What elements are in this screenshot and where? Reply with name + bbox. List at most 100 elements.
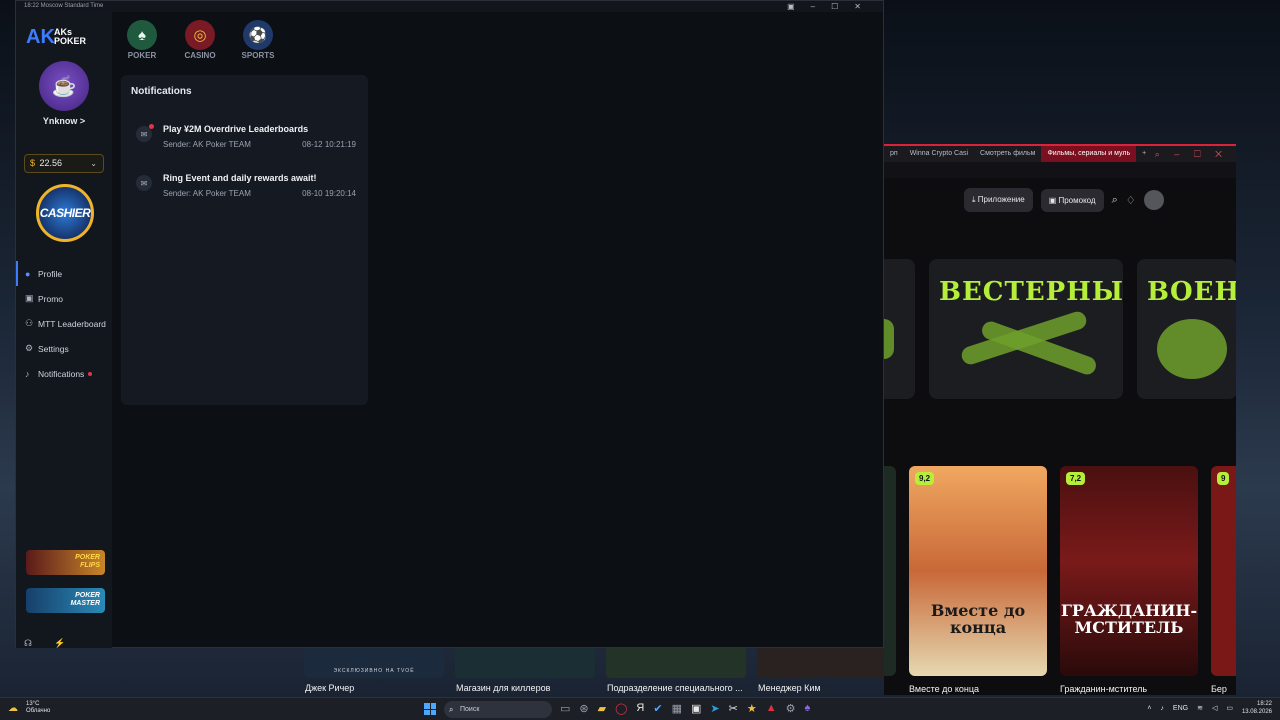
window-controls[interactable]: ▣–☐✕ — [787, 1, 877, 12]
site-header: ⤓ Приложение ▣ Промокод ⌕ ♢ — [964, 188, 1164, 212]
chevron-down-icon: ⌄ — [90, 159, 97, 168]
movie-caption[interactable]: Магазин для киллеров — [456, 683, 550, 693]
poster-caption[interactable]: Бер — [1211, 684, 1227, 694]
movie-thumb[interactable] — [757, 646, 884, 678]
language-indicator[interactable]: ENG — [1173, 705, 1188, 712]
poker-cards-icon: ♠ — [127, 20, 157, 50]
start-button[interactable] — [424, 703, 436, 715]
username-link[interactable]: Ynknow > — [16, 116, 112, 126]
envelope-icon: ✉ — [136, 175, 152, 191]
bell-icon[interactable]: ♢ — [1126, 194, 1136, 207]
poker-flips-banner[interactable]: POKER FLIPS — [26, 550, 105, 575]
movie-caption[interactable]: Менеджер Ким — [758, 683, 821, 693]
poster-card[interactable]: 7,2 ГРАЖДАНИН-МСТИТЕЛЬ — [1060, 466, 1198, 676]
movie-caption[interactable]: Подразделение специального ... — [607, 683, 743, 693]
poster-caption[interactable]: Гражданин-мститель — [1060, 684, 1147, 694]
browser-window: рп Winna Crypto Casi Смотреть фильм Филь… — [884, 144, 1236, 695]
headset-icon[interactable]: ☊ — [24, 638, 32, 649]
search-icon[interactable]: ⌕ — [1112, 194, 1118, 207]
poster-caption[interactable]: Вместе до конца — [909, 684, 979, 694]
sidebar: AK AKs POKER ☕ Ynknow > $ 22.56 ⌄ CASHIE… — [16, 12, 112, 648]
logo-text: AKs POKER — [54, 27, 87, 46]
browser-tab-bar: рп Winna Crypto Casi Смотреть фильм Филь… — [884, 144, 1236, 162]
gear-icon: ⚙ — [25, 343, 34, 353]
genre-card-westerns[interactable]: ВЕСТЕРНЫ — [929, 259, 1123, 399]
browser-tab[interactable]: Winna Crypto Casi — [904, 146, 974, 162]
chevron-right-icon: > — [79, 116, 86, 126]
sidebar-menu: ● Profile ▣ Promo ⚇ MTT Leaderboard ⚙ Se… — [16, 261, 112, 386]
nav-sports[interactable]: ⚽ SPORTS — [238, 12, 278, 62]
browser-tab-active[interactable]: Фильмы, сериалы и муль — [1041, 146, 1137, 162]
task-view-icon[interactable]: ▭ — [560, 702, 570, 715]
weather-icon[interactable]: ☁ — [8, 703, 18, 714]
top-nav: ♠ POKER ◎ CASINO ⚽ SPORTS — [122, 12, 278, 62]
ak-poker-taskbar-icon[interactable]: ♠ — [804, 702, 810, 715]
cashier-button[interactable]: CASHIER — [36, 184, 94, 242]
yandex-icon[interactable]: Я — [636, 702, 644, 715]
avatar[interactable]: ☕ — [39, 61, 89, 111]
poker-window: 18:22 Moscow Standard Time ▣–☐✕ AK AKs P… — [15, 0, 884, 648]
nav-poker[interactable]: ♠ POKER — [122, 12, 162, 62]
movie-thumb[interactable]: ЭКСКЛЮЗИВНО НА ТVОЁ — [304, 646, 444, 678]
browser-tab[interactable]: Смотреть фильм — [974, 146, 1041, 162]
network-status-icon[interactable]: ⚡ — [54, 638, 65, 649]
clock[interactable]: 18:22 13.08.2026 — [1242, 700, 1272, 716]
sidebar-item-settings[interactable]: ⚙ Settings — [16, 336, 112, 361]
settings-icon[interactable]: ⚙ — [786, 702, 796, 715]
panel-title: Notifications — [131, 86, 192, 97]
file-explorer-icon[interactable]: ▰ — [598, 702, 606, 715]
notification-item[interactable]: ✉ Ring Event and daily rewards await! Se… — [131, 168, 361, 206]
sidebar-item-notifications[interactable]: ♪ Notifications — [16, 361, 112, 386]
taskbar-search[interactable]: ⌕ Поиск — [444, 701, 552, 718]
browser-tab[interactable]: рп — [884, 146, 904, 162]
app-icon[interactable]: ▣ — [691, 702, 701, 715]
sidebar-item-promo[interactable]: ▣ Promo — [16, 286, 112, 311]
logo-mark: AK — [26, 26, 55, 48]
coin-icon: $ — [30, 158, 36, 168]
microphone-icon[interactable]: ♪ — [1160, 705, 1164, 712]
movie-thumb[interactable] — [606, 646, 746, 678]
sidebar-footer: ☊ ⚡ — [24, 638, 65, 649]
window-title-bar: 18:22 Moscow Standard Time ▣–☐✕ — [16, 1, 883, 12]
chatgpt-icon[interactable]: ⊛ — [579, 702, 588, 715]
volume-icon[interactable]: ◁ — [1212, 704, 1217, 712]
poker-master-banner[interactable]: POKER MASTER — [26, 588, 105, 613]
movie-caption[interactable]: Джек Ричер — [305, 683, 354, 693]
promo-code-button[interactable]: ▣ Промокод — [1040, 188, 1104, 212]
system-tray: ˄ ♪ ENG ≋ ◁ ▭ 18:22 13.08.2026 — [1147, 700, 1272, 716]
new-tab-icon[interactable]: + — [1136, 146, 1152, 162]
weather-widget[interactable]: 13°C Облачно — [26, 701, 50, 715]
tools-icon[interactable]: ✂ — [729, 702, 738, 715]
genre-card[interactable] — [884, 259, 915, 399]
poster-card[interactable]: 9,2 Вместе до конца — [909, 466, 1047, 676]
gift-icon: ▣ — [25, 293, 34, 303]
nav-casino[interactable]: ◎ CASINO — [180, 12, 220, 62]
browser-toolbar — [884, 162, 1236, 178]
poster-card[interactable] — [884, 466, 896, 676]
avatar[interactable] — [1143, 190, 1164, 210]
browser-window-controls[interactable]: ⌕ – ☐ ✕ — [1155, 149, 1236, 160]
todo-icon[interactable]: ✔ — [653, 702, 662, 715]
app-icon[interactable]: ★ — [747, 702, 757, 715]
wifi-icon[interactable]: ≋ — [1197, 704, 1203, 712]
search-icon: ⌕ — [449, 705, 454, 714]
sidebar-item-profile[interactable]: ● Profile — [16, 261, 112, 286]
battery-icon[interactable]: ▭ — [1226, 704, 1233, 712]
unread-dot — [149, 124, 154, 129]
sidebar-item-mtt-leaderboard[interactable]: ⚇ MTT Leaderboard — [16, 311, 112, 336]
opera-icon[interactable]: ◯ — [615, 702, 627, 715]
notification-item[interactable]: ✉ Play ¥2M Overdrive Leaderboards Sender… — [131, 119, 361, 157]
app-icon[interactable]: ▲ — [766, 702, 777, 715]
app-download-button[interactable]: ⤓ Приложение — [964, 188, 1033, 212]
movie-thumb[interactable] — [455, 646, 595, 678]
calculator-icon[interactable]: ▦ — [672, 702, 682, 715]
balance-dropdown[interactable]: $ 22.56 ⌄ — [24, 154, 104, 173]
poster-card[interactable]: 9 — [1211, 466, 1236, 676]
taskbar: ☁ 13°C Облачно ⌕ Поиск ▭ ⊛ ▰ ◯ Я ✔ ▦ ▣ ➤… — [0, 697, 1280, 720]
user-icon: ● — [25, 268, 31, 279]
genre-card-war[interactable]: ВОЕН — [1137, 259, 1236, 399]
unread-dot — [88, 371, 93, 376]
window-title: 18:22 Moscow Standard Time — [24, 3, 104, 9]
chevron-up-icon[interactable]: ˄ — [1147, 705, 1151, 712]
telegram-icon[interactable]: ➤ — [710, 702, 719, 715]
